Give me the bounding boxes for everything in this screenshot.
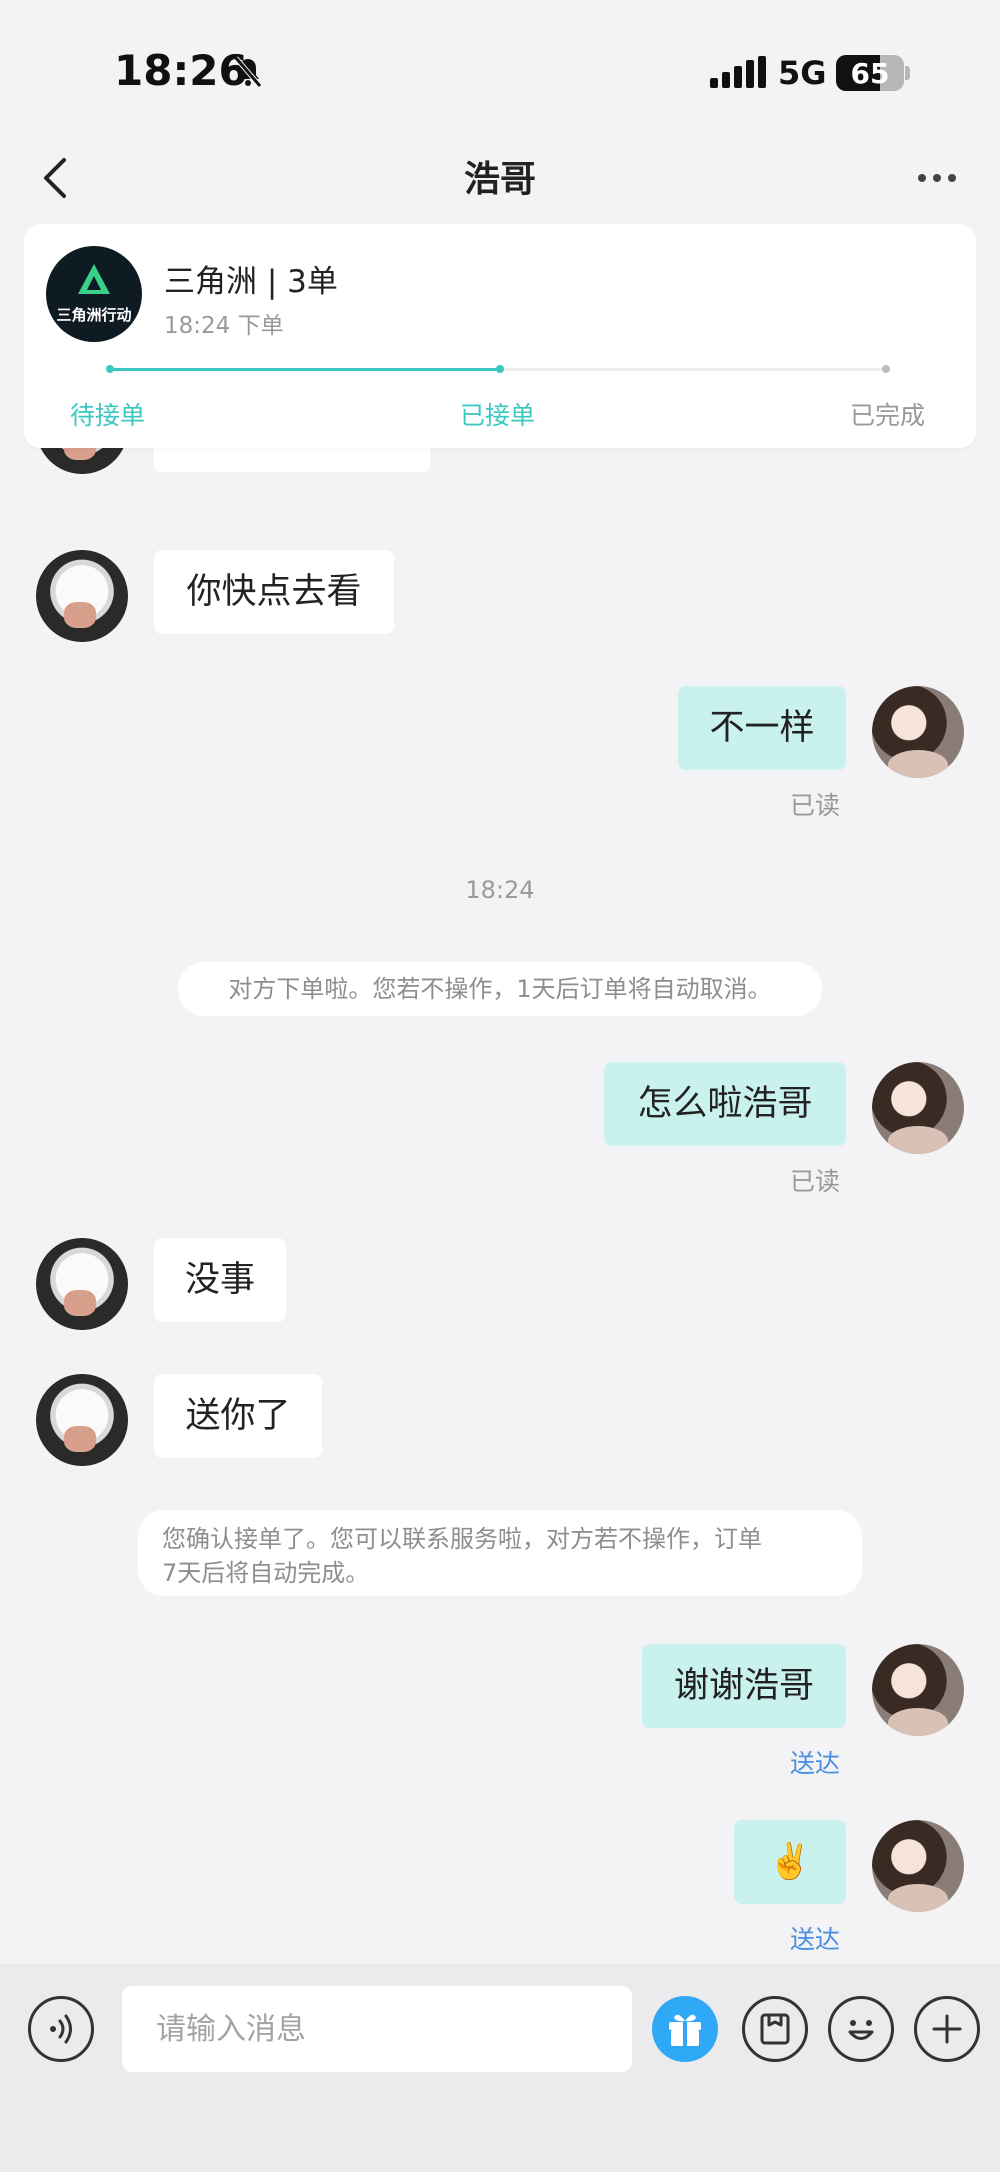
message-row: 谢谢浩哥 送达 xyxy=(0,1644,1000,1778)
emoji-message[interactable]: ✌️ xyxy=(734,1820,846,1904)
step-completed: 已完成 xyxy=(850,401,926,430)
order-title: 三角洲 | 3单 xyxy=(164,264,338,300)
gift-button[interactable] xyxy=(652,1996,718,2062)
message-row: 送你了 xyxy=(0,1374,1000,1466)
message-input[interactable] xyxy=(122,1986,632,2072)
input-bar xyxy=(0,1964,1000,2172)
game-logo: 三角洲行动 xyxy=(46,246,142,342)
my-avatar[interactable] xyxy=(872,686,964,778)
order-icon xyxy=(760,2013,790,2045)
step-accepted: 已接单 xyxy=(460,401,536,430)
my-avatar[interactable] xyxy=(872,1820,964,1912)
step-pending: 待接单 xyxy=(70,401,146,430)
my-avatar[interactable] xyxy=(872,1644,964,1736)
system-note: 您确认接单了。您可以联系服务啦，对方若不操作，订单 7天后将自动完成。 xyxy=(138,1510,862,1596)
contact-avatar[interactable] xyxy=(36,550,128,642)
emoji-icon xyxy=(848,2020,874,2040)
timestamp: 18:24 xyxy=(465,876,535,904)
voice-icon xyxy=(50,2014,72,2044)
delivered-status: 送达 xyxy=(790,1749,841,1778)
delivered-status: 送达 xyxy=(790,1925,841,1954)
nav-bar: 浩哥 xyxy=(0,140,1000,220)
logo-text: 三角洲行动 xyxy=(56,306,132,324)
step-dot xyxy=(882,365,890,373)
more-icon[interactable] xyxy=(912,158,962,198)
message-row: 你快点去看 xyxy=(0,550,1000,642)
contact-avatar[interactable] xyxy=(36,1374,128,1466)
message-bubble[interactable]: 没事 xyxy=(154,1238,286,1322)
message-bubble[interactable]: 你快点去看 xyxy=(154,550,394,634)
emoji-button[interactable] xyxy=(828,1996,894,2062)
step-dot xyxy=(496,365,504,373)
plus-icon xyxy=(932,2014,962,2044)
message-bubble[interactable]: 不一样 xyxy=(678,686,846,770)
battery-icon: 65 xyxy=(836,55,904,91)
voice-button[interactable] xyxy=(28,1996,94,2062)
bell-muted-icon xyxy=(234,56,262,88)
system-note: 对方下单啦。您若不操作，1天后订单将自动取消。 xyxy=(178,962,822,1016)
order-card[interactable]: 三角洲行动 三角洲 | 3单 18:24 下单 待接单 已接单 已完成 xyxy=(24,224,976,448)
message-bubble[interactable]: 怎么啦浩哥 xyxy=(604,1062,846,1146)
signal-icon xyxy=(710,56,766,88)
network-type: 5G xyxy=(778,54,827,92)
system-note-line: 您确认接单了。您可以联系服务啦，对方若不操作，订单 xyxy=(162,1525,762,1553)
page-title: 浩哥 xyxy=(463,159,536,200)
order-button[interactable] xyxy=(742,1996,808,2062)
message-row: ✌️ 送达 xyxy=(0,1820,1000,1954)
my-avatar[interactable] xyxy=(872,1062,964,1154)
order-time: 18:24 下单 xyxy=(164,313,284,339)
system-note-line: 7天后将自动完成。 xyxy=(162,1559,370,1587)
status-time: 18:26 xyxy=(114,46,248,95)
message-bubble[interactable]: 谢谢浩哥 xyxy=(642,1644,846,1728)
contact-avatar[interactable] xyxy=(36,1238,128,1330)
triangle-logo-icon xyxy=(78,264,110,294)
battery-level: 65 xyxy=(850,57,890,90)
message-row: 没事 xyxy=(0,1238,1000,1330)
chat-area[interactable]: 都说好几次了 你快点去看 不一样 已读 18:24 对方下单啦。您若不操作，1天… xyxy=(0,220,1000,1964)
read-status: 已读 xyxy=(790,1167,841,1196)
more-actions-button[interactable] xyxy=(914,1996,980,2062)
message-bubble[interactable]: 送你了 xyxy=(154,1374,322,1458)
progress-fill xyxy=(110,368,498,371)
read-status: 已读 xyxy=(790,791,841,820)
step-dot xyxy=(106,365,114,373)
battery-cap xyxy=(905,66,910,80)
gift-icon xyxy=(669,2014,701,2046)
status-bar: 18:26 5G 65 xyxy=(0,0,1000,140)
message-row: 不一样 已读 xyxy=(0,686,1000,820)
message-row: 怎么啦浩哥 已读 xyxy=(0,1062,1000,1196)
